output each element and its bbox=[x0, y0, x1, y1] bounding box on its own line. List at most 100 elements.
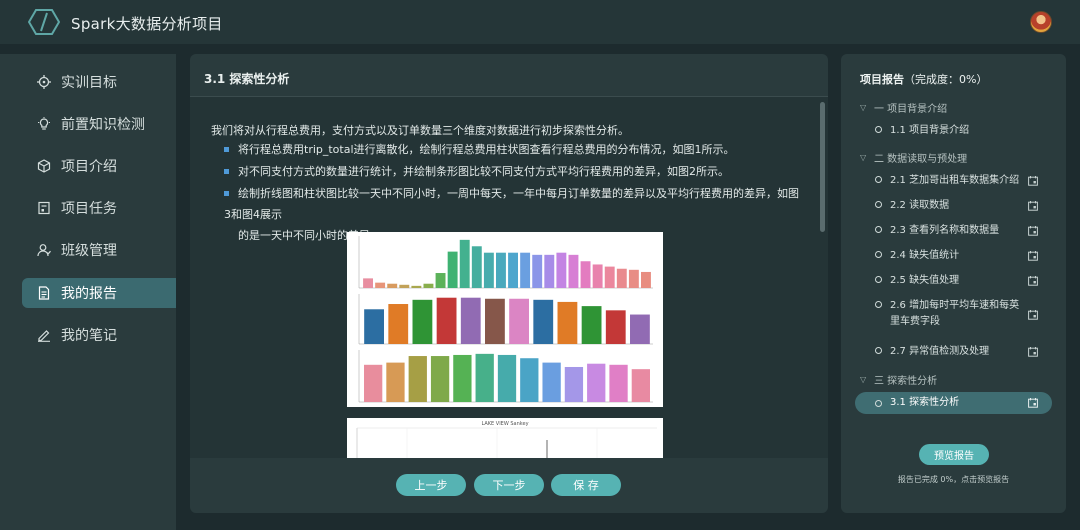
report-item[interactable]: 2.5 缺失值处理 bbox=[855, 273, 1052, 289]
bullet-text: 对不同支付方式的数量进行统计，并绘制条形图比较不同支付方式平均行程费用的差异，如… bbox=[238, 165, 729, 178]
next-step-button[interactable]: 下一步 bbox=[474, 474, 544, 496]
chart-bar bbox=[363, 278, 373, 288]
chart-bar bbox=[447, 251, 458, 288]
chart-bar bbox=[430, 356, 450, 402]
report-item-label: 1.1 项目背景介绍 bbox=[890, 125, 970, 136]
report-item[interactable]: 2.3 查看列名称和数据量 bbox=[855, 223, 1052, 239]
report-icon[interactable] bbox=[1028, 251, 1038, 261]
chart-figure bbox=[347, 232, 663, 407]
sidebar-item-prior-knowledge[interactable]: 前置知识检测 bbox=[22, 109, 176, 139]
chart2-title: LAKE VIEW Sankey bbox=[481, 421, 529, 427]
sidebar-item-project-tasks[interactable]: 项目任务 bbox=[22, 193, 176, 223]
preview-report-button[interactable]: 预览报告 bbox=[919, 444, 989, 465]
report-item[interactable]: 2.4 缺失值统计 bbox=[855, 248, 1052, 264]
sidebar-item-my-report[interactable]: 我的报告 bbox=[22, 278, 176, 308]
chart-bar bbox=[533, 299, 554, 344]
sidebar-item-my-notes[interactable]: 我的笔记 bbox=[22, 320, 176, 350]
user-avatar[interactable] bbox=[1030, 11, 1052, 33]
report-panel: 项目报告（完成度：0%） ▽ 一 项目背景介绍 1.1 项目背景介绍 ▽ 二 数据读… bbox=[841, 54, 1066, 513]
chevron-down-icon: ▽ bbox=[860, 375, 867, 384]
chart-bar bbox=[509, 298, 529, 344]
report-item[interactable]: 2.1 芝加哥出租车数据集介绍 bbox=[855, 173, 1052, 189]
sidebar-item-class-management[interactable]: 班级管理 bbox=[22, 235, 176, 265]
bullet-marker bbox=[224, 168, 229, 174]
chart-bar bbox=[592, 264, 603, 288]
preview-note: 报告已完成 0%，点击预览报告 bbox=[897, 475, 1010, 484]
report-completion: （完成度：0%） bbox=[904, 73, 988, 86]
sidebar-item-label: 我的报告 bbox=[61, 286, 117, 302]
report-icon[interactable] bbox=[1028, 310, 1038, 320]
report-item[interactable]: 2.7 异常值检测及处理 bbox=[855, 344, 1052, 360]
chart-bar bbox=[387, 283, 398, 288]
circle-icon bbox=[875, 226, 882, 233]
bullet-marker bbox=[224, 190, 229, 196]
report-item-label: 2.6 增加每时平均车速和每英里车费字段 bbox=[890, 300, 1020, 327]
chart-bar bbox=[520, 358, 539, 402]
main-panel: 3.1 探索性分析 我们将对从行程总费用，支付方式以及订单数量三个维度对数据进行… bbox=[190, 54, 828, 513]
sidebar-item-label: 我的笔记 bbox=[61, 328, 117, 344]
report-item-active[interactable]: 3.1 探索性分析 bbox=[855, 392, 1052, 414]
bullet-item: 将行程总费用trip_total进行离散化，绘制行程总费用柱状图查看行程总费用的… bbox=[224, 139, 804, 160]
chart-bar bbox=[435, 273, 446, 288]
circle-icon bbox=[875, 251, 882, 258]
report-item[interactable]: 1.1 项目背景介绍 bbox=[855, 123, 1052, 139]
chart-bar bbox=[581, 306, 602, 344]
chart-bar bbox=[399, 284, 410, 288]
top-bar: Spark大数据分析项目 bbox=[0, 0, 1080, 44]
chart-bar bbox=[475, 353, 494, 402]
chart-bar bbox=[641, 271, 651, 288]
chart-bar bbox=[605, 310, 626, 344]
circle-icon bbox=[875, 399, 882, 407]
report-icon[interactable] bbox=[1028, 226, 1038, 236]
chart-bar bbox=[388, 304, 409, 344]
chart-bar bbox=[564, 366, 584, 402]
report-icon[interactable] bbox=[1028, 201, 1038, 211]
chart-bar bbox=[483, 252, 494, 288]
section-label: 一 项目背景介绍 bbox=[874, 104, 948, 115]
report-item[interactable]: 2.2 读取数据 bbox=[855, 198, 1052, 214]
section-header[interactable]: ▽ 三 探索性分析 bbox=[860, 372, 937, 387]
bullet-text: 绘制折线图和柱状图比较一天中不同小时，一周中每天，一年中每月订单数量的差异以及平… bbox=[224, 187, 799, 221]
chart-bar bbox=[631, 369, 650, 402]
chart-bar bbox=[436, 297, 457, 344]
section-header[interactable]: ▽ 一 项目背景介绍 bbox=[860, 100, 947, 115]
report-item[interactable]: 2.6 增加每时平均车速和每英里车费字段 bbox=[855, 298, 1052, 330]
chart-bar bbox=[604, 266, 615, 288]
chart-bar bbox=[568, 254, 579, 288]
sidebar-item-project-intro[interactable]: 项目介绍 bbox=[22, 151, 176, 181]
bulb-icon bbox=[37, 117, 51, 131]
report-icon[interactable] bbox=[1028, 176, 1038, 186]
report-item-label: 2.7 异常值检测及处理 bbox=[890, 346, 990, 357]
report-item-label: 3.1 探索性分析 bbox=[890, 397, 960, 408]
circle-icon bbox=[875, 347, 882, 354]
chart-bar bbox=[556, 252, 567, 288]
chart-bar bbox=[408, 356, 427, 402]
content-area[interactable]: 我们将对从行程总费用，支付方式以及订单数量三个维度对数据进行初步探索性分析。 将… bbox=[190, 97, 828, 458]
section-header[interactable]: ▽ 二 数据读取与预处理 bbox=[860, 150, 967, 165]
chart-bar bbox=[609, 364, 628, 402]
report-icon[interactable] bbox=[1028, 347, 1038, 357]
circle-icon bbox=[875, 201, 882, 208]
intro-text: 我们将对从行程总费用，支付方式以及订单数量三个维度对数据进行初步探索性分析。 bbox=[211, 124, 629, 137]
bullet-text: 将行程总费用trip_total进行离散化，绘制行程总费用柱状图查看行程总费用的… bbox=[238, 143, 735, 156]
report-icon[interactable] bbox=[1028, 276, 1038, 286]
report-item-label: 2.4 缺失值统计 bbox=[890, 250, 960, 261]
sidebar-item-training-goal[interactable]: 实训目标 bbox=[22, 67, 176, 97]
report-item-label: 2.3 查看列名称和数据量 bbox=[890, 225, 1000, 236]
report-icon[interactable] bbox=[1028, 398, 1038, 408]
logo-icon bbox=[28, 9, 60, 35]
chevron-down-icon: ▽ bbox=[860, 153, 867, 162]
document-icon bbox=[37, 286, 51, 300]
cube-icon bbox=[37, 159, 51, 173]
content-scrollbar[interactable] bbox=[820, 102, 825, 232]
chart-bar bbox=[520, 252, 531, 288]
sidebar-item-label: 实训目标 bbox=[61, 75, 117, 91]
chart-bar bbox=[423, 283, 434, 288]
users-icon bbox=[37, 243, 51, 257]
circle-icon bbox=[875, 126, 882, 133]
sidebar: 实训目标 前置知识检测 项目介绍 项目任务 班级管理 我的报告 我的笔记 bbox=[0, 54, 176, 530]
prev-step-button[interactable]: 上一步 bbox=[396, 474, 466, 496]
chart-bar bbox=[453, 354, 472, 402]
save-button[interactable]: 保 存 bbox=[551, 474, 621, 496]
chart-bar bbox=[616, 268, 627, 288]
